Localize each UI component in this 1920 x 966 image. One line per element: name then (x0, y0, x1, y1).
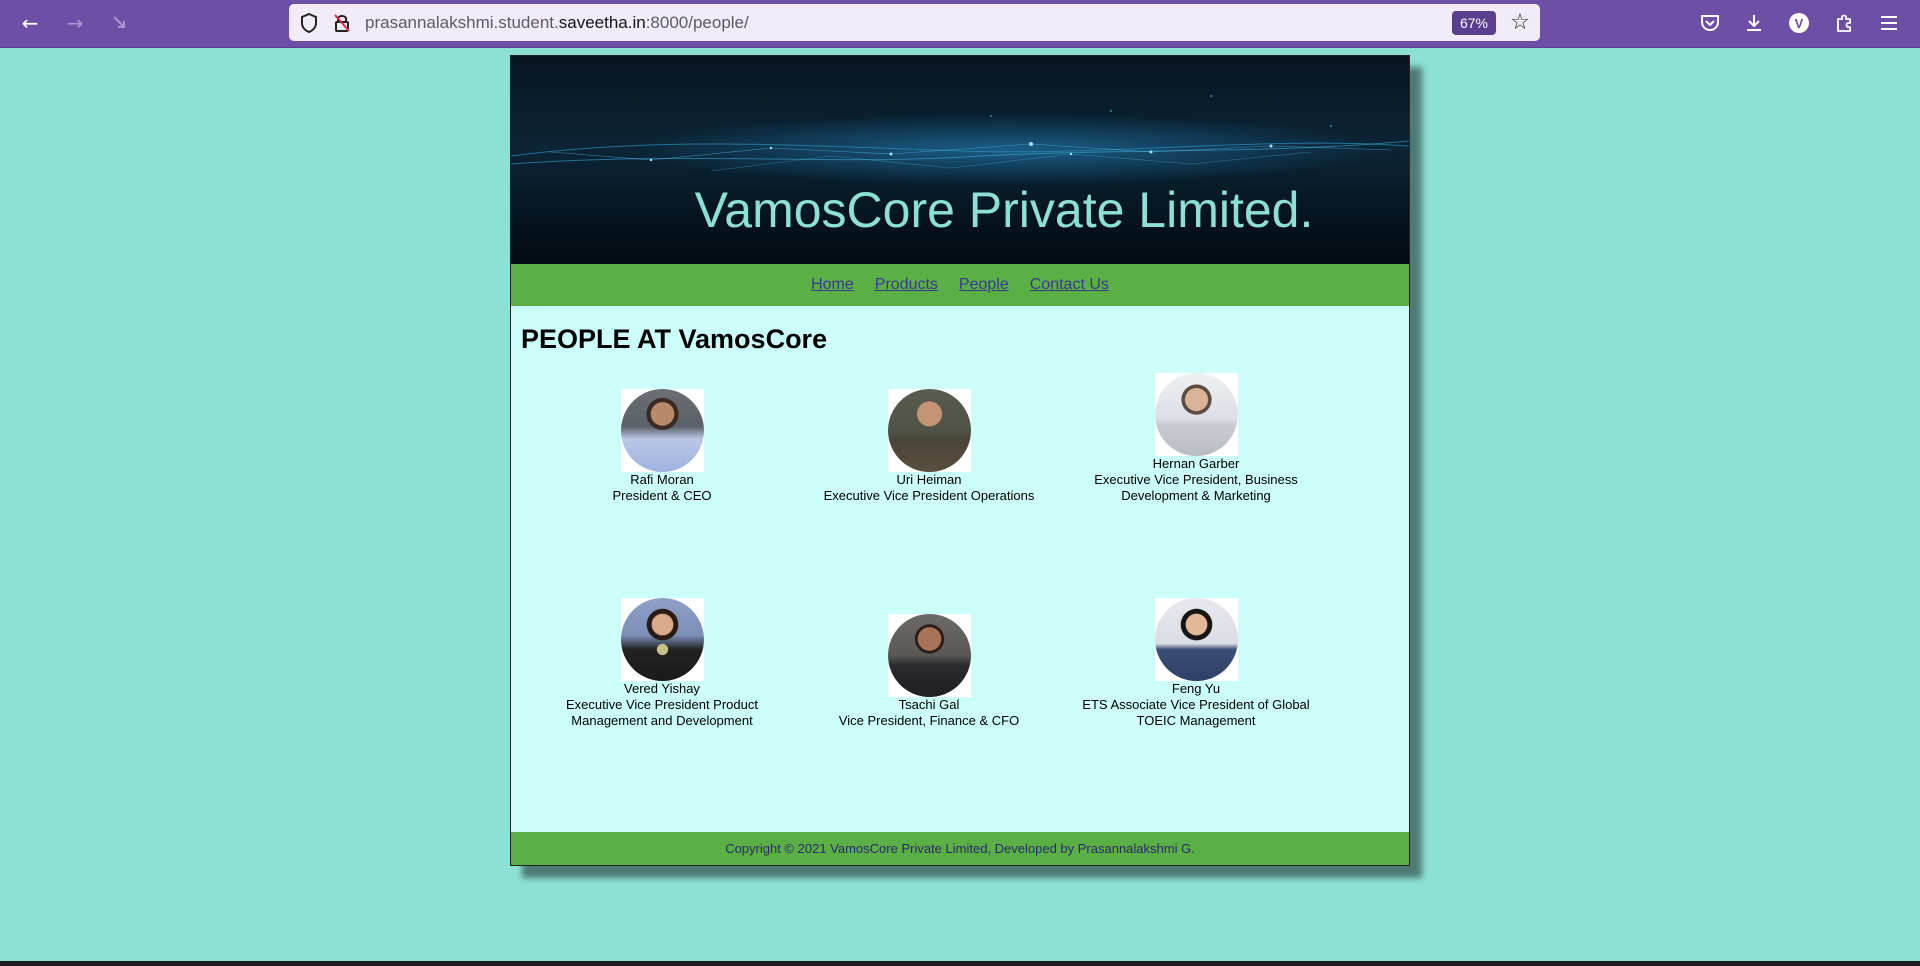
person-name: Vered Yishay (624, 681, 700, 696)
extensions-icon[interactable] (1830, 9, 1858, 37)
person-role: Executive Vice President Operations (823, 488, 1035, 503)
person-card: Uri Heiman Executive Vice President Oper… (794, 389, 1064, 504)
menu-icon[interactable] (1875, 9, 1903, 37)
person-photo (620, 389, 704, 472)
bookmark-star-icon[interactable]: ☆ (1507, 9, 1533, 35)
nav-contact-link[interactable]: Contact Us (1030, 276, 1109, 294)
person-role: ETS Associate Vice President of Global T… (1082, 697, 1310, 728)
nav-products-link[interactable]: Products (875, 276, 938, 294)
person-role: Executive Vice President, Business Devel… (1094, 472, 1298, 503)
person-name: Hernan Garber (1152, 456, 1240, 471)
person-photo (1154, 373, 1238, 456)
person-photo (887, 614, 971, 697)
person-photo (620, 598, 704, 681)
shield-icon[interactable] (298, 12, 320, 34)
person-role: Executive Vice President Product Managem… (566, 697, 758, 728)
person-card: Rafi Moran President & CEO (527, 389, 797, 504)
person-name: Rafi Moran (630, 472, 694, 487)
person-name: Feng Yu (1171, 681, 1221, 696)
downloads-icon[interactable] (1740, 9, 1768, 37)
page-container: VamosCore Private Limited. Home Products… (510, 55, 1410, 866)
window-bottom-edge (0, 961, 1920, 966)
person-role: Vice President, Finance & CFO (838, 713, 1020, 728)
reload-icon[interactable] (106, 10, 134, 36)
account-initial: V (1789, 13, 1809, 33)
person-photo (887, 389, 971, 472)
address-bar[interactable]: prasannalakshmi.student.saveetha.in:8000… (289, 4, 1540, 41)
person-card: Tsachi Gal Vice President, Finance & CFO (794, 614, 1064, 729)
main-navigation: Home Products People Contact Us (511, 264, 1409, 306)
pocket-icon[interactable] (1696, 9, 1724, 37)
person-photo (1154, 598, 1238, 681)
person-name: Uri Heiman (896, 472, 962, 487)
person-card: Hernan Garber Executive Vice President, … (1061, 373, 1331, 504)
url-text[interactable]: prasannalakshmi.student.saveetha.in:8000… (365, 13, 749, 33)
page-heading: PEOPLE AT VamosCore (521, 324, 828, 354)
back-icon[interactable]: ← (16, 10, 44, 36)
person-name: Tsachi Gal (898, 697, 960, 712)
nav-home-link[interactable]: Home (811, 276, 854, 294)
person-role: President & CEO (612, 488, 712, 503)
person-card: Feng Yu ETS Associate Vice President of … (1061, 598, 1331, 729)
header-banner: VamosCore Private Limited. (511, 56, 1409, 264)
nav-people-link[interactable]: People (959, 276, 1009, 294)
zoom-indicator[interactable]: 67% (1452, 11, 1496, 35)
insecure-lock-icon[interactable] (331, 12, 353, 34)
person-card: Vered Yishay Executive Vice President Pr… (527, 598, 797, 729)
account-avatar[interactable]: V (1785, 9, 1813, 37)
page-footer: Copyright © 2021 VamosCore Private Limit… (511, 832, 1409, 865)
browser-toolbar: ← → prasannalakshmi.student.saveetha.in:… (0, 0, 1920, 48)
site-title: VamosCore Private Limited. (694, 182, 1314, 238)
forward-icon[interactable]: → (61, 10, 89, 36)
